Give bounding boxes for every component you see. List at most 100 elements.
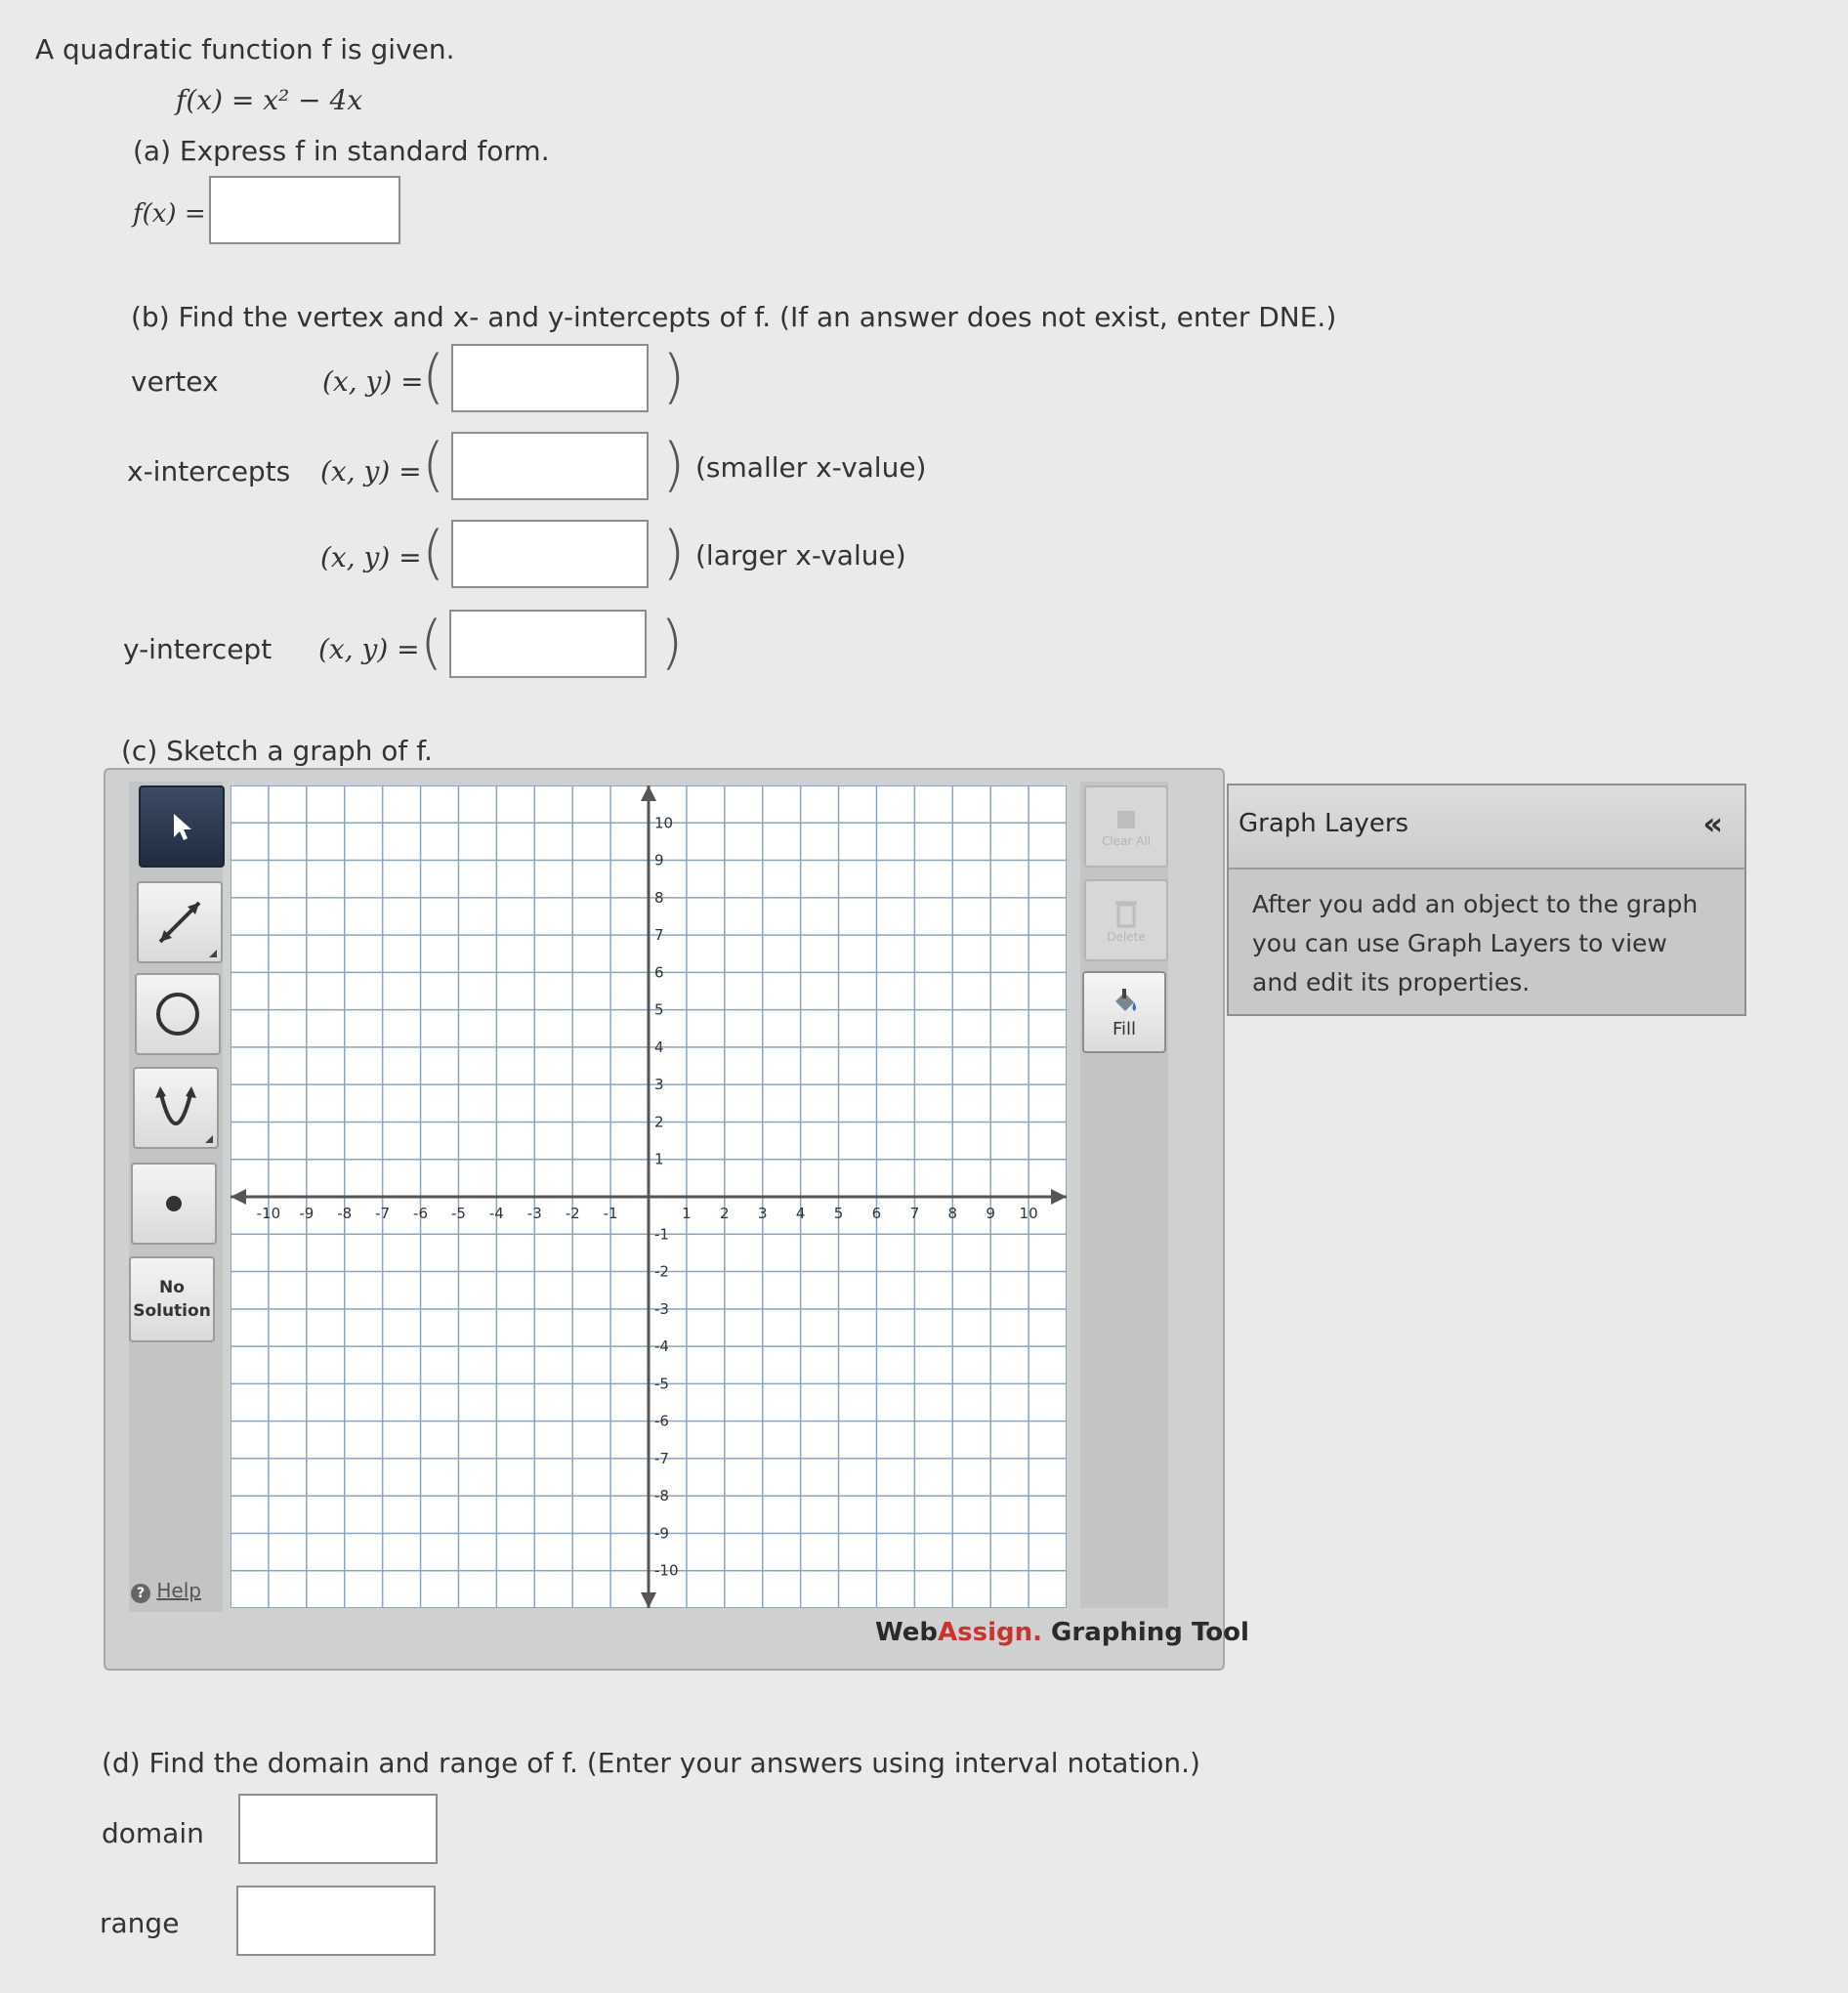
y-tick-label: -5 [654, 1375, 669, 1392]
y-tick-label: -3 [654, 1300, 669, 1318]
help-icon: ? [131, 1584, 150, 1603]
x-tick-label: -7 [375, 1205, 390, 1222]
part-c-prompt: (c) Sketch a graph of f. [121, 735, 433, 767]
y-tick-label: -8 [654, 1487, 669, 1505]
x-tick-label: 3 [758, 1205, 768, 1222]
line-tool-more-indicator [209, 950, 217, 957]
collapse-layers-icon[interactable]: « [1702, 805, 1723, 842]
help-label: Help [156, 1579, 201, 1602]
x-tick-label: -2 [566, 1205, 580, 1222]
graph-layers-help-text: After you add an object to the graph you… [1252, 890, 1699, 996]
x-tick-label: -9 [299, 1205, 314, 1222]
point-dot-icon [166, 1196, 182, 1211]
x-tick-label: 2 [720, 1205, 730, 1222]
x-intercept-larger-input[interactable] [451, 520, 649, 588]
no-solution-button[interactable]: No Solution [129, 1256, 215, 1342]
vertex-input[interactable] [451, 344, 649, 412]
x-tick-label: -5 [451, 1205, 466, 1222]
x-intercept-smaller-input[interactable] [451, 432, 649, 500]
x-int-2-close-paren: ) [662, 519, 686, 587]
y-tick-label: 2 [654, 1113, 664, 1130]
y-tick-label: -7 [654, 1450, 669, 1467]
part-a-label: f(x) = [133, 199, 206, 229]
y-tick-label: 4 [654, 1039, 664, 1056]
y-tick-label: 9 [654, 852, 664, 869]
parabola-tool-more-indicator [205, 1135, 213, 1143]
part-a-prompt: (a) Express f in standard form. [133, 135, 550, 167]
x-int-1-open-paren: ( [422, 431, 445, 499]
fill-button[interactable]: Fill [1082, 971, 1166, 1053]
graph-layers-title: Graph Layers [1239, 809, 1409, 838]
y-int-open-paren: ( [420, 609, 443, 677]
graph-toolbar: No Solution ? Help [129, 782, 225, 1612]
x-tick-label: -4 [489, 1205, 504, 1222]
webassign-brand: WebAssign. Graphing Tool [875, 1618, 1249, 1647]
domain-label: domain [102, 1817, 204, 1849]
x-tick-label: 10 [1020, 1205, 1038, 1222]
y-tick-label: -6 [654, 1413, 669, 1430]
help-link[interactable]: ? Help [131, 1579, 201, 1603]
delete-button[interactable]: Delete [1084, 879, 1168, 961]
y-tick-label: -9 [654, 1524, 669, 1542]
x-tick-label: -8 [337, 1205, 352, 1222]
line-arrow-icon [158, 901, 201, 944]
clear-all-button[interactable]: Clear All [1084, 785, 1168, 868]
function-definition: f(x) = x² − 4x [176, 84, 363, 116]
x-tick-label: -3 [527, 1205, 542, 1222]
fill-label: Fill [1112, 1018, 1137, 1039]
y-intercept-label: y-intercept [123, 633, 273, 665]
range-input[interactable] [236, 1886, 436, 1956]
problem-intro: A quadratic function f is given. [35, 33, 455, 65]
brand-assign: Assign. [938, 1618, 1042, 1647]
y-tick-label: 8 [654, 889, 664, 907]
clear-all-icon [1117, 811, 1135, 828]
y-tick-label: -4 [654, 1337, 669, 1355]
y-tick-label: -1 [654, 1225, 669, 1243]
graph-layers-header[interactable]: Graph Layers « [1229, 785, 1744, 869]
y-tick-label: 3 [654, 1076, 664, 1093]
y-tick-label: 1 [654, 1151, 664, 1168]
standard-form-input[interactable] [209, 176, 400, 244]
x-tick-label: 1 [682, 1205, 692, 1222]
x-int-1-xy-label: (x, y) = [320, 455, 422, 488]
brand-web: Web [875, 1618, 938, 1647]
graph-canvas[interactable]: -10 -9 -8 -7 -6 -5 -4 -3 -2 -1 1 2 3 4 5 6 7 8 9 10 10 9 8 7 6 5… [231, 785, 1067, 1608]
brand-tail: Graphing Tool [1041, 1618, 1249, 1647]
pointer-icon [174, 814, 191, 840]
x-tick-label: 4 [796, 1205, 806, 1222]
x-tick-label: 5 [834, 1205, 844, 1222]
trash-icon [1115, 901, 1137, 928]
line-tool[interactable] [137, 881, 223, 963]
x-tick-label: 9 [986, 1205, 995, 1222]
circle-tool[interactable] [135, 973, 221, 1055]
x-intercepts-label: x-intercepts [127, 455, 291, 488]
circle-icon [156, 993, 199, 1036]
y-tick-label: 5 [654, 1001, 664, 1019]
vertex-open-paren: ( [422, 343, 445, 411]
delete-label: Delete [1107, 930, 1146, 944]
x-tick-label: 6 [872, 1205, 882, 1222]
graph-actions-column: Clear All Delete Fill [1080, 782, 1168, 1608]
range-label: range [100, 1907, 180, 1939]
vertex-xy-label: (x, y) = [322, 365, 424, 398]
clear-all-label: Clear All [1101, 834, 1152, 848]
point-tool[interactable] [131, 1163, 217, 1245]
y-intercept-input[interactable] [449, 610, 647, 678]
graph-layers-panel: Graph Layers « After you add an object t… [1227, 784, 1746, 1016]
y-tick-label: 7 [654, 926, 664, 944]
x-tick-label: -6 [413, 1205, 428, 1222]
y-tick-label: 6 [654, 963, 664, 981]
larger-x-note: (larger x-value) [695, 539, 906, 572]
y-int-close-paren: ) [660, 609, 684, 677]
x-tick-label: -1 [604, 1205, 618, 1222]
pointer-tool[interactable] [139, 785, 225, 868]
x-tick-label: 8 [947, 1205, 957, 1222]
y-tick-label: -2 [654, 1263, 669, 1281]
parabola-icon [155, 1086, 196, 1125]
domain-input[interactable] [238, 1794, 438, 1864]
parabola-tool[interactable] [133, 1067, 219, 1149]
x-tick-label: -10 [257, 1205, 281, 1222]
x-int-1-close-paren: ) [662, 431, 686, 499]
part-b-prompt: (b) Find the vertex and x- and y-interce… [131, 301, 1337, 333]
vertex-close-paren: ) [662, 343, 686, 411]
